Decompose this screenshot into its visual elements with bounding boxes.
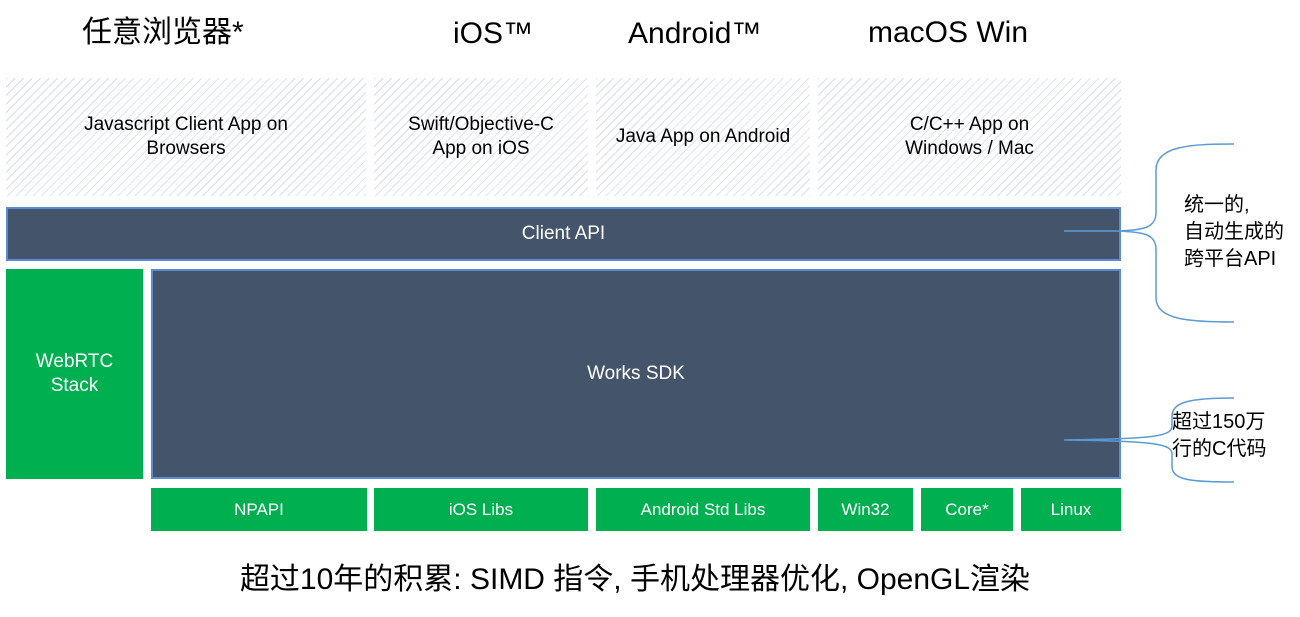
code-note-line1: 超过150万 [1172, 411, 1266, 433]
app-box-java: Java App on Android [596, 78, 810, 196]
api-note-line1: 统一的, [1184, 194, 1250, 216]
lib-box-linux: Linux [1021, 488, 1121, 531]
footer-caption: 超过10年的积累: SIMD 指令, 手机处理器优化, OpenGL渲染 [239, 563, 1031, 596]
lib-box-core: Core* [921, 488, 1013, 531]
code-note-line2: 行的C代码 [1172, 438, 1267, 460]
api-note-line3: 跨平台API [1184, 248, 1277, 270]
works-sdk-layer: Works SDK [151, 269, 1121, 479]
lib-box-npapi: NPAPI [151, 488, 367, 531]
lib-box-win32: Win32 [818, 488, 913, 531]
app-box-swift: Swift/Objective-C App on iOS [374, 78, 588, 196]
platform-header-desktop: macOS Win [868, 16, 1029, 49]
lib-box-ios-libs: iOS Libs [374, 488, 588, 531]
client-api-label: Client API [521, 223, 606, 244]
app-box-javascript: Javascript Client App on Browsers [6, 78, 366, 196]
works-sdk-label: Works SDK [587, 363, 685, 384]
webrtc-stack-block: WebRTC Stack [6, 269, 143, 479]
client-api-layer: Client API [6, 207, 1121, 261]
platform-header-browsers: 任意浏览器* [82, 16, 244, 49]
platform-header-android: Android™ [628, 17, 762, 50]
lib-box-android-libs: Android Std Libs [596, 488, 810, 531]
api-note-line2: 自动生成的 [1184, 221, 1284, 243]
platform-header-ios: iOS™ [453, 17, 534, 50]
